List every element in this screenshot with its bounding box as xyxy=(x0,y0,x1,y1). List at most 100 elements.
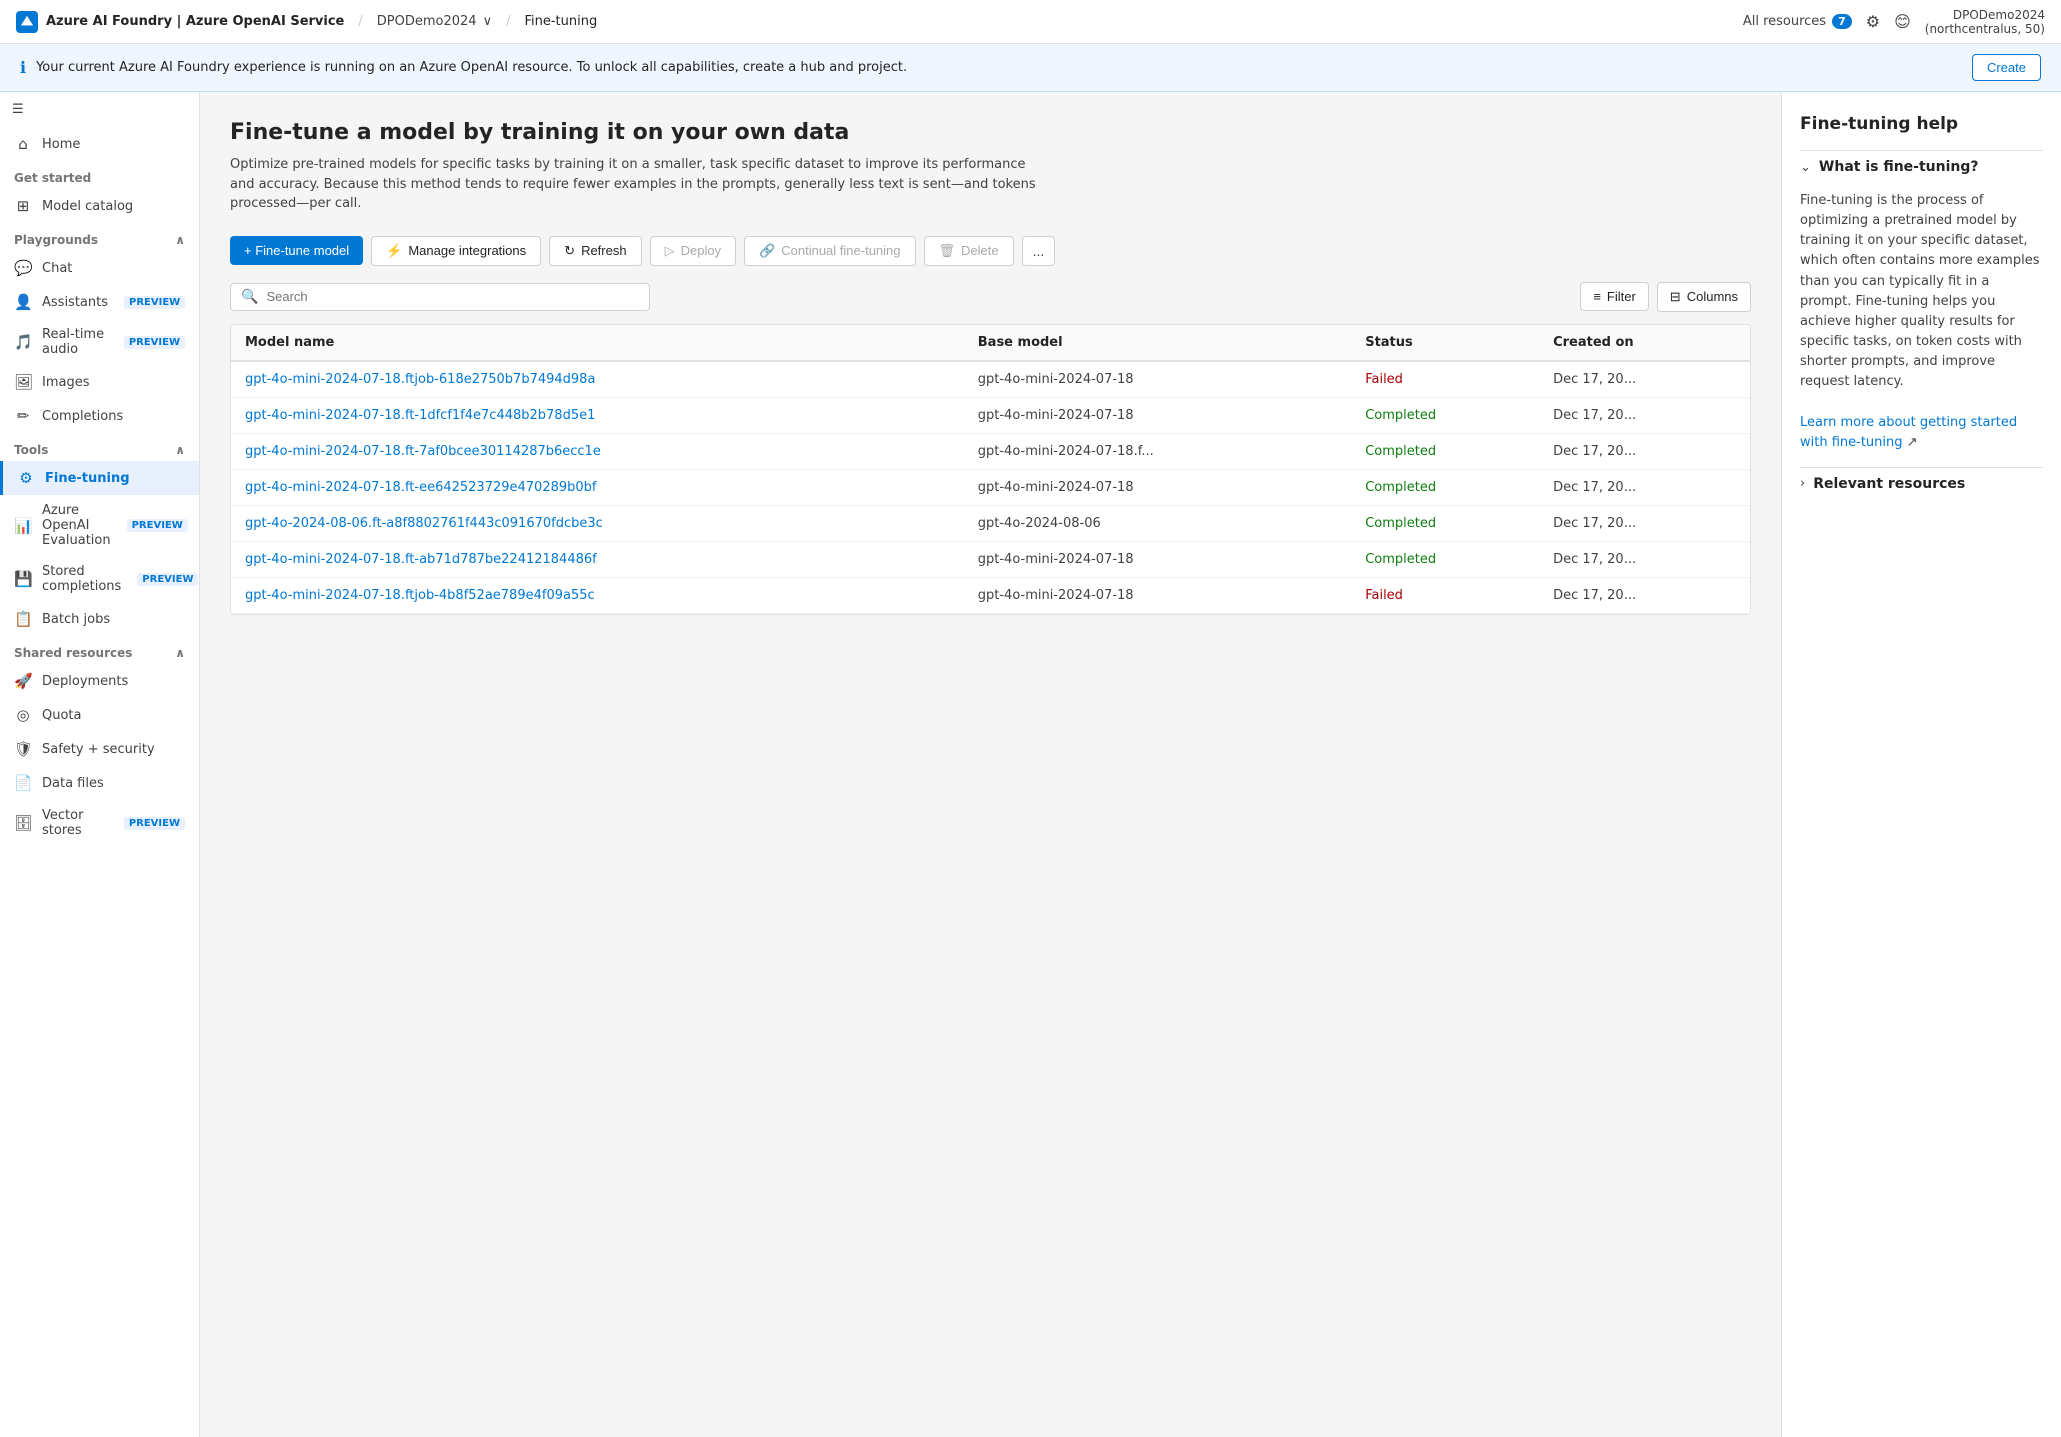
table-row: gpt-4o-mini-2024-07-18.ft-ab71d787be2241… xyxy=(231,541,1750,577)
sidebar-assistants-label: Assistants xyxy=(42,295,108,310)
sidebar-item-safety-security[interactable]: 🛡 Safety + security xyxy=(0,732,199,766)
azure-logo-icon xyxy=(16,11,38,33)
cell-base-model: gpt-4o-mini-2024-07-18 xyxy=(964,577,1351,613)
help-section-what-is: What is fine-tuning? Fine-tuning is the … xyxy=(1800,150,2043,453)
realtime-preview-badge: PREVIEW xyxy=(124,336,185,349)
cell-created-on: Dec 17, 20... xyxy=(1539,361,1750,398)
sidebar-item-deployments[interactable]: 🚀 Deployments xyxy=(0,664,199,698)
filter-icon: ≡ xyxy=(1593,289,1601,304)
help-section1-body: Fine-tuning is the process of optimizing… xyxy=(1800,191,2043,453)
columns-button[interactable]: ⊟ Columns xyxy=(1657,282,1751,312)
refresh-icon: ↻ xyxy=(564,243,575,259)
sidebar-item-vector-stores[interactable]: 🗄 Vector stores PREVIEW xyxy=(0,800,199,846)
sidebar: ☰ ⌂ Home Get started ⊞ Model catalog Pla… xyxy=(0,92,200,1437)
continual-fine-tuning-button[interactable]: 🔗 Continual fine-tuning xyxy=(744,236,915,266)
main-panel: Fine-tune a model by training it on your… xyxy=(200,92,1781,1437)
vector-stores-icon: 🗄 xyxy=(14,814,32,832)
cell-status: Completed xyxy=(1351,469,1539,505)
sidebar-chat-label: Chat xyxy=(42,261,72,276)
help-section2-title: Relevant resources xyxy=(1813,476,1965,492)
cell-created-on: Dec 17, 20... xyxy=(1539,505,1750,541)
sidebar-item-stored-completions[interactable]: 💾 Stored completions PREVIEW xyxy=(0,556,199,602)
model-name-link[interactable]: gpt-4o-mini-2024-07-18.ft-1dfcf1f4e7c448… xyxy=(245,408,595,423)
safety-icon: 🛡 xyxy=(14,740,32,758)
more-button[interactable]: ... xyxy=(1022,236,1056,266)
sidebar-item-chat[interactable]: 💬 Chat xyxy=(0,251,199,285)
help-section-what-is-header[interactable]: What is fine-tuning? xyxy=(1800,150,2043,183)
fine-tune-model-button[interactable]: + Fine-tune model xyxy=(230,236,363,265)
content-area: Fine-tune a model by training it on your… xyxy=(200,92,2061,1437)
sidebar-item-assistants[interactable]: 👤 Assistants PREVIEW xyxy=(0,285,199,319)
sidebar-item-quota[interactable]: ◎ Quota xyxy=(0,698,199,732)
search-box[interactable]: 🔍 xyxy=(230,283,650,311)
breadcrumb-workspace[interactable]: DPODemo2024 xyxy=(377,14,477,29)
table-row: gpt-4o-mini-2024-07-18.ftjob-4b8f52ae789… xyxy=(231,577,1750,613)
table-row: gpt-4o-2024-08-06.ft-a8f8802761f443c0916… xyxy=(231,505,1750,541)
search-icon: 🔍 xyxy=(241,289,258,305)
chat-icon: 💬 xyxy=(14,259,32,277)
model-name-link[interactable]: gpt-4o-2024-08-06.ft-a8f8802761f443c0916… xyxy=(245,516,603,531)
search-filter-row: 🔍 ≡ Filter ⊟ Columns xyxy=(230,282,1751,312)
columns-icon: ⊟ xyxy=(1670,289,1681,305)
topbar-user: DPODemo2024 (northcentralus, 50) xyxy=(1925,8,2045,36)
sidebar-shared-resources-section[interactable]: Shared resources ∧ xyxy=(0,636,199,664)
manage-integrations-button[interactable]: ⚡ Manage integrations xyxy=(371,236,541,266)
toolbar: + Fine-tune model ⚡ Manage integrations … xyxy=(230,236,1751,266)
sidebar-item-azure-openai-eval[interactable]: 📊 Azure OpenAI Evaluation PREVIEW xyxy=(0,495,199,556)
sidebar-playgrounds-section[interactable]: Playgrounds ∧ xyxy=(0,223,199,251)
sidebar-item-data-files[interactable]: 📄 Data files xyxy=(0,766,199,800)
help-panel: Fine-tuning help What is fine-tuning? Fi… xyxy=(1781,92,2061,1437)
model-name-link[interactable]: gpt-4o-mini-2024-07-18.ft-ee642523729e47… xyxy=(245,480,597,495)
settings-icon[interactable]: ⚙ xyxy=(1866,12,1880,31)
model-name-link[interactable]: gpt-4o-mini-2024-07-18.ft-ab71d787be2241… xyxy=(245,552,597,567)
help-section-relevant-header[interactable]: Relevant resources xyxy=(1800,467,2043,500)
help-section1-chevron xyxy=(1800,160,1811,175)
model-name-link[interactable]: gpt-4o-mini-2024-07-18.ftjob-618e2750b7b… xyxy=(245,372,595,387)
eval-icon: 📊 xyxy=(14,517,32,535)
cell-model-name[interactable]: gpt-4o-mini-2024-07-18.ft-7af0bcee301142… xyxy=(231,433,964,469)
topbar-breadcrumb[interactable]: DPODemo2024 ∨ xyxy=(377,14,492,29)
sidebar-item-model-catalog[interactable]: ⊞ Model catalog xyxy=(0,189,199,223)
sidebar-fine-tuning-label: Fine-tuning xyxy=(45,471,130,486)
model-name-link[interactable]: gpt-4o-mini-2024-07-18.ft-7af0bcee301142… xyxy=(245,444,601,459)
all-resources-button[interactable]: All resources 7 xyxy=(1743,14,1852,29)
cell-status: Completed xyxy=(1351,505,1539,541)
sidebar-item-batch-jobs[interactable]: 📋 Batch jobs xyxy=(0,602,199,636)
account-icon[interactable]: 😊 xyxy=(1894,12,1911,31)
sidebar-item-realtime-audio[interactable]: 🎵 Real-time audio PREVIEW xyxy=(0,319,199,365)
user-region: (northcentralus, 50) xyxy=(1925,22,2045,36)
model-name-link[interactable]: gpt-4o-mini-2024-07-18.ftjob-4b8f52ae789… xyxy=(245,588,595,603)
cell-model-name[interactable]: gpt-4o-mini-2024-07-18.ft-ab71d787be2241… xyxy=(231,541,964,577)
tools-collapse-icon: ∧ xyxy=(175,443,185,457)
sidebar-item-home[interactable]: ⌂ Home xyxy=(0,127,199,161)
deploy-button[interactable]: ▷ Deploy xyxy=(650,236,736,266)
breadcrumb-current-page: Fine-tuning xyxy=(524,14,597,29)
sidebar-realtime-label: Real-time audio xyxy=(42,327,108,357)
help-section1-title: What is fine-tuning? xyxy=(1819,159,1979,175)
cell-status: Failed xyxy=(1351,577,1539,613)
cell-model-name[interactable]: gpt-4o-mini-2024-07-18.ftjob-4b8f52ae789… xyxy=(231,577,964,613)
sidebar-tools-section[interactable]: Tools ∧ xyxy=(0,433,199,461)
cell-model-name[interactable]: gpt-4o-mini-2024-07-18.ft-ee642523729e47… xyxy=(231,469,964,505)
sidebar-item-images[interactable]: 🖼 Images xyxy=(0,365,199,399)
search-input[interactable] xyxy=(266,289,639,304)
topbar-sep2: / xyxy=(506,14,510,29)
sidebar-item-fine-tuning[interactable]: ⚙ Fine-tuning xyxy=(0,461,199,495)
completions-icon: ✏ xyxy=(14,407,32,425)
cell-model-name[interactable]: gpt-4o-2024-08-06.ft-a8f8802761f443c0916… xyxy=(231,505,964,541)
cell-base-model: gpt-4o-mini-2024-07-18 xyxy=(964,397,1351,433)
delete-icon: 🗑 xyxy=(939,243,956,259)
filter-button[interactable]: ≡ Filter xyxy=(1580,282,1648,311)
refresh-button[interactable]: ↻ Refresh xyxy=(549,236,641,266)
cell-model-name[interactable]: gpt-4o-mini-2024-07-18.ft-1dfcf1f4e7c448… xyxy=(231,397,964,433)
page-description: Optimize pre-trained models for specific… xyxy=(230,155,1050,214)
create-button[interactable]: Create xyxy=(1972,54,2041,81)
sidebar-deployments-label: Deployments xyxy=(42,674,128,689)
sidebar-collapse-button[interactable]: ☰ xyxy=(0,92,199,127)
delete-button[interactable]: 🗑 Delete xyxy=(924,236,1014,266)
assistants-preview-badge: PREVIEW xyxy=(124,296,185,309)
sidebar-item-completions[interactable]: ✏ Completions xyxy=(0,399,199,433)
table-row: gpt-4o-mini-2024-07-18.ft-ee642523729e47… xyxy=(231,469,1750,505)
cell-model-name[interactable]: gpt-4o-mini-2024-07-18.ftjob-618e2750b7b… xyxy=(231,361,964,398)
quota-icon: ◎ xyxy=(14,706,32,724)
